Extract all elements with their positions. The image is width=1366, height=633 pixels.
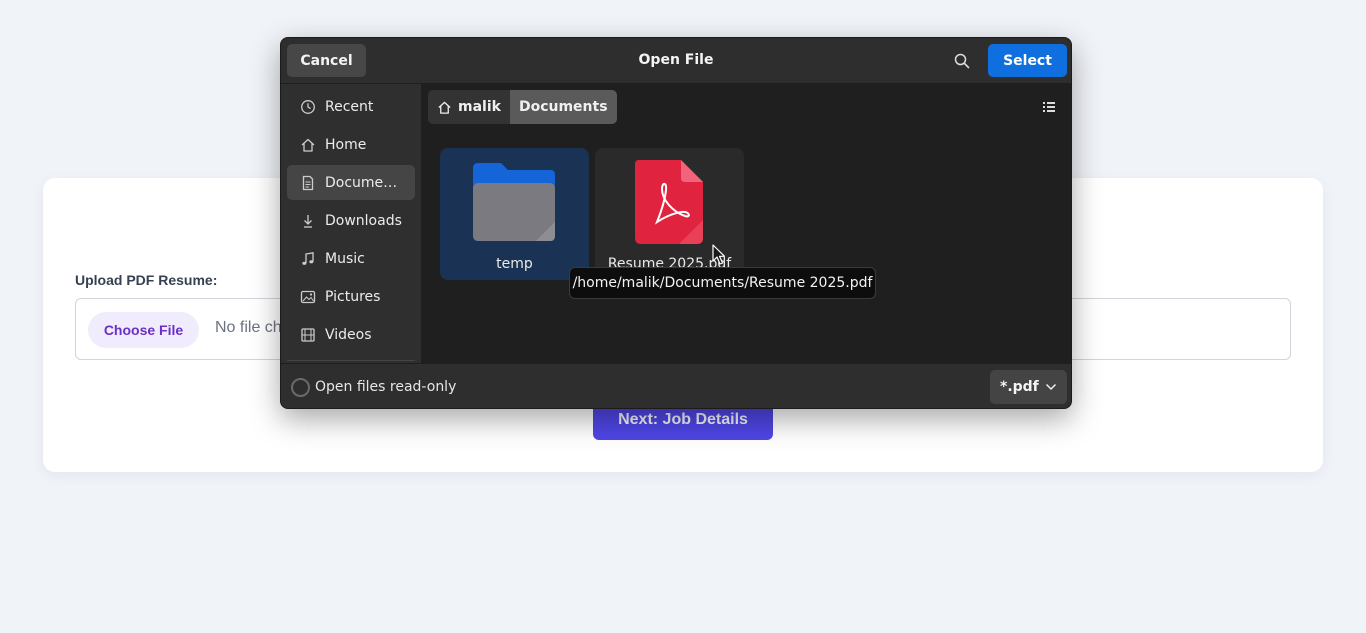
folder-icon — [473, 163, 555, 241]
chevron-down-icon — [1045, 383, 1057, 391]
sidebar-item-label: Videos — [325, 326, 372, 343]
list-view-button[interactable] — [1040, 98, 1058, 116]
dialog-footer: Open files read-only *.pdf — [281, 363, 1071, 408]
read-only-label: Open files read-only — [315, 379, 457, 395]
file-browser: malik Documents temp Resume 2025.pdf — [421, 84, 1071, 363]
breadcrumb-label: malik — [458, 99, 501, 115]
sidebar-item-label: Pictures — [325, 288, 381, 305]
sidebar-item-videos[interactable]: Videos — [287, 317, 415, 352]
sidebar-item-label: Home — [325, 136, 367, 153]
sidebar-item-label: Docume… — [325, 174, 398, 191]
music-icon — [300, 251, 316, 267]
sidebar-item-recent[interactable]: Recent — [287, 89, 415, 124]
sidebar-item-label: Music — [325, 250, 365, 267]
file-name: temp — [496, 256, 533, 272]
sidebar-item-pictures[interactable]: Pictures — [287, 279, 415, 314]
select-button[interactable]: Select — [988, 44, 1067, 77]
breadcrumb-home[interactable]: malik — [428, 90, 510, 124]
clock-icon — [300, 99, 316, 115]
upload-label: Upload PDF Resume: — [75, 272, 218, 288]
search-button[interactable] — [949, 48, 975, 74]
sidebar-item-downloads[interactable]: Downloads — [287, 203, 415, 238]
picture-icon — [300, 289, 316, 305]
sidebar-item-music[interactable]: Music — [287, 241, 415, 276]
sidebar-item-home[interactable]: Home — [287, 127, 415, 162]
sidebar-divider — [287, 360, 415, 361]
places-sidebar: Recent Home Docume… Downloads Music Pict… — [281, 84, 421, 363]
search-icon — [954, 53, 970, 69]
video-icon — [300, 327, 316, 343]
sidebar-item-documents[interactable]: Docume… — [287, 165, 415, 200]
download-icon — [300, 213, 316, 229]
file-type-filter[interactable]: *.pdf — [990, 370, 1067, 404]
file-path-tooltip: /home/malik/Documents/Resume 2025.pdf — [569, 267, 876, 299]
cancel-button[interactable]: Cancel — [287, 44, 366, 77]
breadcrumb-documents[interactable]: Documents — [509, 90, 617, 124]
filter-value: *.pdf — [1000, 379, 1039, 395]
file-item-temp[interactable]: temp — [440, 148, 589, 280]
read-only-checkbox[interactable] — [291, 378, 310, 397]
no-file-text: No file ch — [215, 319, 282, 336]
open-file-dialog: Cancel Open File Select Recent Home Docu… — [280, 37, 1072, 409]
choose-file-button[interactable]: Choose File — [88, 312, 199, 348]
home-icon — [437, 100, 452, 115]
sidebar-item-label: Downloads — [325, 212, 402, 229]
sidebar-item-label: Recent — [325, 98, 374, 115]
dialog-header: Cancel Open File Select — [281, 38, 1071, 84]
pdf-icon — [635, 160, 703, 244]
breadcrumb: malik Documents — [428, 90, 617, 124]
document-icon — [300, 175, 316, 191]
home-icon — [300, 137, 316, 153]
list-view-icon — [1043, 102, 1055, 112]
mouse-cursor-icon — [712, 244, 726, 265]
